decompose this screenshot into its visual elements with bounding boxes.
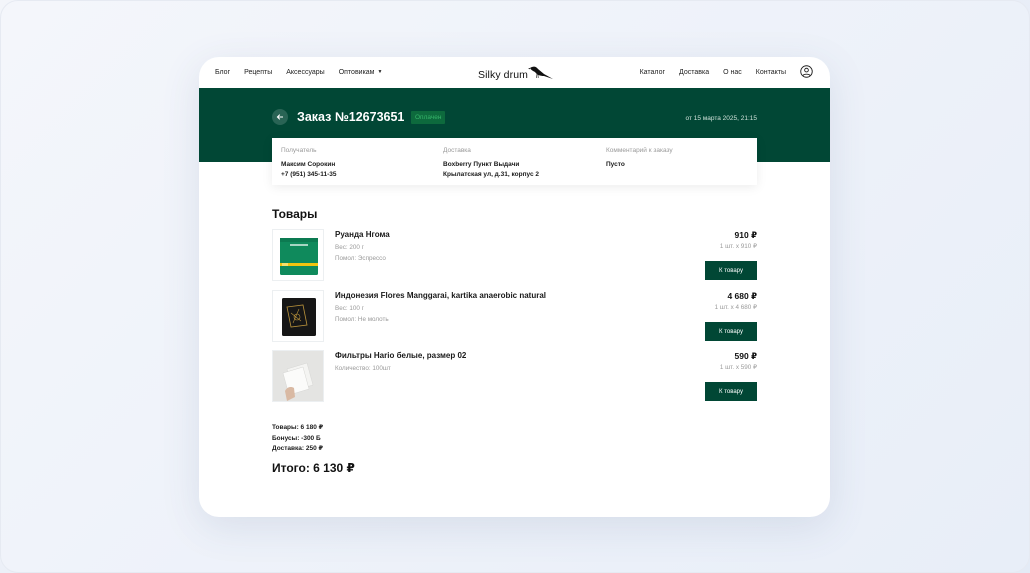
logo-text: Silky drum [478,69,529,81]
delivery-service: Boxberry Пункт Выдачи [443,161,520,168]
nav-item-contacts[interactable]: Контакты [756,68,786,77]
product-name[interactable]: Руанда Нгома [335,230,390,239]
order-date: от 15 марта 2025, 21:15 [685,115,757,122]
product-weight: Вес: 200 г [335,244,364,251]
summary-goods: Товары: 6 180 ₽ [272,424,324,431]
to-product-button[interactable]: К товару [705,261,757,280]
product-price: 590 ₽ [734,351,757,361]
nav-right: Каталог Доставка О нас Контакты [640,68,786,77]
nav-item-wholesale[interactable]: Оптовикам ▼ [339,68,383,77]
order-summary: Товары: 6 180 ₽ Бонусы: -300 Б Доставка:… [272,423,323,455]
nav-item-catalog[interactable]: Каталог [640,68,665,77]
coffee-bag-green-image [273,230,323,280]
coffee-bag-black-image [273,291,323,341]
product-price: 4 680 ₽ [727,291,757,301]
product-name[interactable]: Фильтры Hario белые, размер 02 [335,351,466,360]
comment-value: Пусто [606,161,625,168]
product-grind: Помол: Не молоть [335,316,389,323]
chevron-down-icon: ▼ [377,69,383,75]
comment-block: Комментарий к заказу Пусто [606,147,673,170]
to-product-button[interactable]: К товару [705,322,757,341]
product-amount: Количество: 100шт [335,365,391,372]
delivery-label: Доставка [443,147,471,154]
product-grind: Помол: Эспрессо [335,255,386,262]
nav-item-wholesale-label: Оптовикам [338,69,375,76]
delivery-block: Доставка Boxberry Пункт Выдачи Крылатска… [443,147,539,180]
product-weight: Вес: 100 г [335,305,364,312]
product-item: Фильтры Hario белые, размер 02 Количеств… [272,350,757,404]
delivery-address: Крылатская ул, д.31, корпус 2 [443,171,539,178]
nav-left: Блог Рецепты Аксессуары Оптовикам ▼ [215,68,382,77]
recipient-phone: +7 (951) 345-11-35 [281,171,337,178]
product-quantity: 1 шт. x 590 ₽ [719,364,757,371]
status-badge: Оплачен [411,111,446,124]
user-circle-icon[interactable] [800,65,813,78]
product-quantity: 1 шт. x 910 ₽ [719,243,757,250]
product-item: Руанда Нгома Вес: 200 г Помол: Эспрессо … [272,229,757,283]
nav-item-about[interactable]: О нас [723,68,742,77]
product-image[interactable] [272,229,324,281]
order-title: Заказ №12673651 [297,110,405,124]
recipient-name: Максим Сорокин [281,161,336,168]
top-navigation: Блог Рецепты Аксессуары Оптовикам ▼ Silky… [199,57,830,88]
nav-item-blog[interactable]: Блог [215,68,230,77]
arrow-left-icon [276,114,283,120]
nav-item-delivery[interactable]: Доставка [679,68,709,77]
recipient-label: Получатель [281,147,317,154]
to-product-button[interactable]: К товару [705,382,757,401]
comment-label: Комментарий к заказу [606,147,673,154]
summary-delivery: Доставка: 250 ₽ [272,445,324,452]
bird-icon [528,66,554,79]
product-image[interactable] [272,350,324,402]
summary-bonuses: Бонусы: -300 Б [272,434,321,442]
products-title: Товары [272,207,318,221]
order-total: Итого: 6 130 ₽ [272,461,355,475]
nav-item-recipes[interactable]: Рецепты [244,68,272,77]
recipient-block: Получатель Максим Сорокин +7 (951) 345-1… [281,147,336,180]
product-name[interactable]: Индонезия Flores Manggarai, kartika anae… [335,291,546,300]
product-quantity: 1 шт. x 4 680 ₽ [714,304,757,311]
order-info-card: Получатель Максим Сорокин +7 (951) 345-1… [272,138,757,185]
product-item: Индонезия Flores Manggarai, kartika anae… [272,290,757,344]
paper-filters-image [273,351,323,401]
product-image[interactable] [272,290,324,342]
product-price: 910 ₽ [734,230,757,240]
browser-window: Блог Рецепты Аксессуары Оптовикам ▼ Silky… [199,57,830,517]
logo[interactable]: Silky drum [478,62,554,81]
nav-item-accessories[interactable]: Аксессуары [286,68,324,77]
back-button[interactable] [272,109,288,125]
